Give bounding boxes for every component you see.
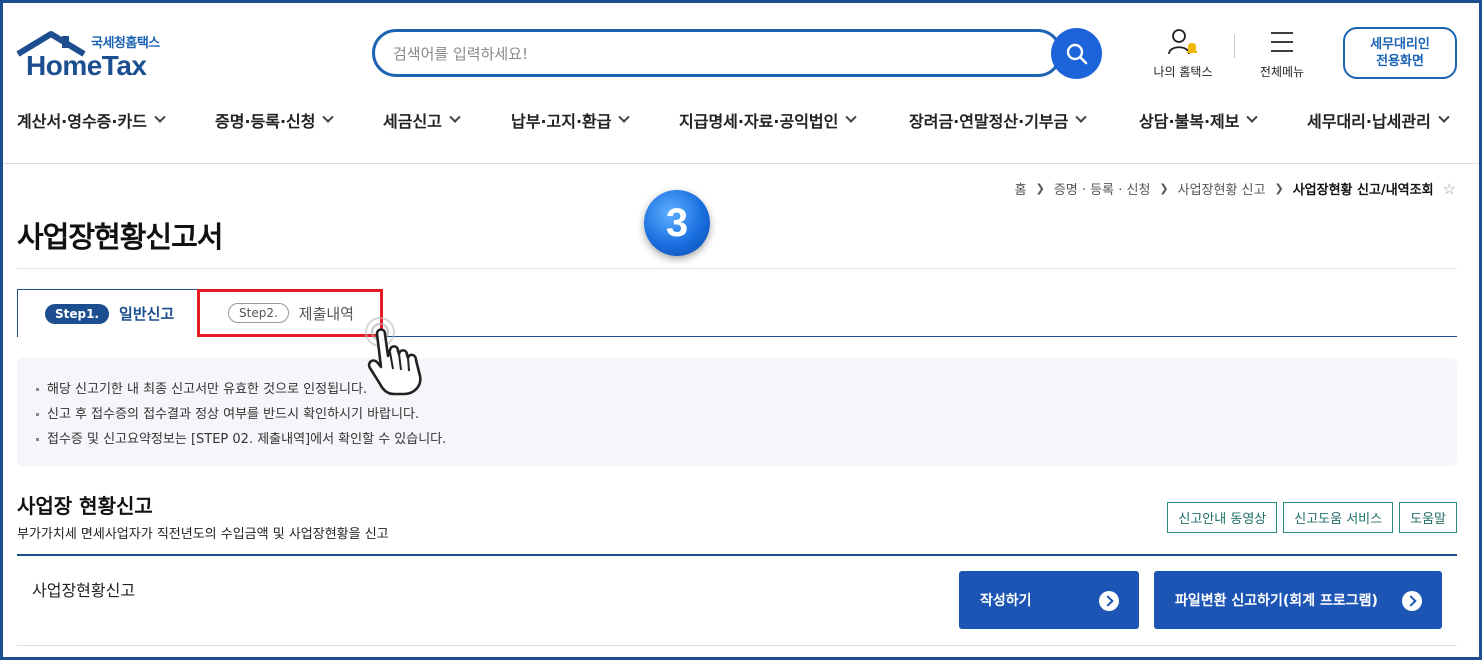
section-description: 부가가치세 면세사업자가 직전년도의 수입금액 및 사업장현황을 신고 [17, 527, 389, 542]
chevron-down-icon [1438, 111, 1450, 123]
agent-label-line2: 전용화면 [1376, 54, 1424, 69]
step-tabs: Step1. 일반신고 Step2. 제출내역 [17, 289, 1457, 339]
row-divider [17, 645, 1457, 646]
filing-help-service-button[interactable]: 신고도움 서비스 [1283, 502, 1394, 533]
gnb-item-consultation[interactable]: 상담·불복·제보 [1139, 108, 1259, 132]
notice-item: 접수증 및 신고요약정보는 [STEP 02. 제출내역]에서 확인할 수 있습… [36, 427, 1457, 452]
hometax-logo[interactable]: 국세청홈택스 HomeTax [16, 30, 176, 81]
gnb-item-incentives[interactable]: 장려금·연말정산·기부금 [909, 108, 1088, 132]
logo-wordmark: HomeTax [26, 50, 147, 81]
gnb-item-tax-filing[interactable]: 세금신고 [383, 108, 461, 132]
search-icon [1066, 43, 1087, 64]
gnb-divider [3, 163, 1479, 164]
breadcrumb-current: 사업장현황 신고/내역조회 [1292, 183, 1434, 198]
pointing-hand-icon [350, 314, 442, 400]
gnb-item-tax-agent[interactable]: 세무대리·납세관리 [1307, 108, 1450, 132]
section-divider [17, 554, 1457, 556]
chevron-right-icon: ❯ [1035, 182, 1045, 195]
guide-video-button[interactable]: 신고안내 동영상 [1167, 502, 1278, 533]
section-help-buttons: 신고안내 동영상 신고도움 서비스 도움말 [1167, 502, 1457, 533]
notice-box: 해당 신고기한 내 최종 신고서만 유효한 것으로 인정됩니다. 신고 후 접수… [17, 358, 1457, 466]
tab-label: 일반신고 [119, 305, 175, 323]
search-input[interactable] [393, 42, 1033, 66]
gnb-item-certificates[interactable]: 증명·등록·신청 [215, 108, 335, 132]
search-bar [372, 29, 1062, 77]
header-divider [1234, 34, 1235, 58]
chevron-down-icon [845, 111, 858, 123]
gnb-item-payment-statements[interactable]: 지급명세·자료·공익법인 [679, 108, 858, 132]
breadcrumb-home[interactable]: 홈 [1015, 179, 1027, 198]
step-number-badge: 3 [644, 190, 710, 256]
chevron-right-icon: ❯ [1159, 182, 1169, 195]
chevron-down-icon [322, 111, 335, 123]
global-navigation: 계산서·영수증·카드 증명·등록·신청 세금신고 납부·고지·환급 지급명세·자… [0, 108, 1482, 138]
breadcrumb: 홈 ❯ 증명 · 등록 · 신청 ❯ 사업장현황 신고 ❯ 사업장현황 신고/내… [1015, 179, 1456, 199]
gnb-label: 납부·고지·환급 [511, 112, 612, 131]
hamburger-menu-icon [1271, 32, 1293, 52]
write-button-label: 작성하기 [980, 593, 1032, 609]
gnb-label: 상담·불복·제보 [1139, 112, 1240, 131]
tab-general-filing[interactable]: Step1. 일반신고 [17, 289, 199, 337]
search-button[interactable] [1051, 28, 1102, 79]
agent-label-line1: 세무대리인 [1370, 37, 1430, 52]
my-hometax-label: 나의 홈택스 [1153, 65, 1213, 79]
breadcrumb-item[interactable]: 사업장현황 신고 [1178, 179, 1266, 198]
gnb-label: 세무대리·납세관리 [1307, 112, 1431, 131]
chevron-down-icon [1246, 111, 1259, 123]
gnb-label: 증명·등록·신청 [215, 112, 316, 131]
page-title: 사업장현황신고서 [17, 220, 223, 254]
step-pill: Step2. [228, 303, 289, 323]
all-menu-label: 전체메뉴 [1259, 65, 1305, 79]
chevron-down-icon [1075, 111, 1088, 123]
notice-item: 신고 후 접수증의 접수결과 정상 여부를 반드시 확인하시기 바랍니다. [36, 402, 1457, 427]
all-menu-button[interactable]: 전체메뉴 [1250, 27, 1314, 80]
filing-row-label: 사업장현황신고 [32, 581, 136, 600]
gnb-label: 세금신고 [383, 112, 442, 131]
favorite-star-icon[interactable]: ☆ [1443, 180, 1456, 198]
title-divider [17, 268, 1457, 269]
breadcrumb-item[interactable]: 증명 · 등록 · 신청 [1054, 179, 1151, 198]
file-conversion-label: 파일변환 신고하기(회계 프로그램) [1175, 593, 1378, 609]
logo-subtitle: 국세청홈택스 [91, 36, 160, 51]
gnb-label: 지급명세·자료·공익법인 [679, 112, 839, 131]
help-button[interactable]: 도움말 [1399, 502, 1457, 533]
gnb-label: 장려금·연말정산·기부금 [909, 112, 1069, 131]
chevron-down-icon [154, 111, 166, 123]
notice-item: 해당 신고기한 내 최종 신고서만 유효한 것으로 인정됩니다. [36, 377, 1457, 402]
chevron-down-icon [618, 111, 631, 123]
chevron-down-icon [449, 111, 461, 123]
arrow-right-icon [1099, 591, 1119, 611]
gnb-item-payment[interactable]: 납부·고지·환급 [511, 108, 631, 132]
gnb-item-invoices[interactable]: 계산서·영수증·카드 [17, 108, 166, 132]
file-conversion-button[interactable]: 파일변환 신고하기(회계 프로그램) [1154, 571, 1442, 629]
section-title: 사업장 현황신고 [17, 494, 153, 518]
chevron-right-icon: ❯ [1274, 182, 1284, 195]
arrow-right-icon [1402, 591, 1422, 611]
tax-agent-screen-button[interactable]: 세무대리인 전용화면 [1343, 27, 1457, 79]
my-hometax-button[interactable]: 나의 홈택스 [1146, 27, 1220, 80]
gnb-label: 계산서·영수증·카드 [17, 112, 147, 131]
write-button[interactable]: 작성하기 [959, 571, 1139, 629]
tab-label: 제출내역 [298, 304, 354, 323]
step-pill: Step1. [45, 303, 110, 324]
user-bell-icon [1168, 29, 1197, 55]
